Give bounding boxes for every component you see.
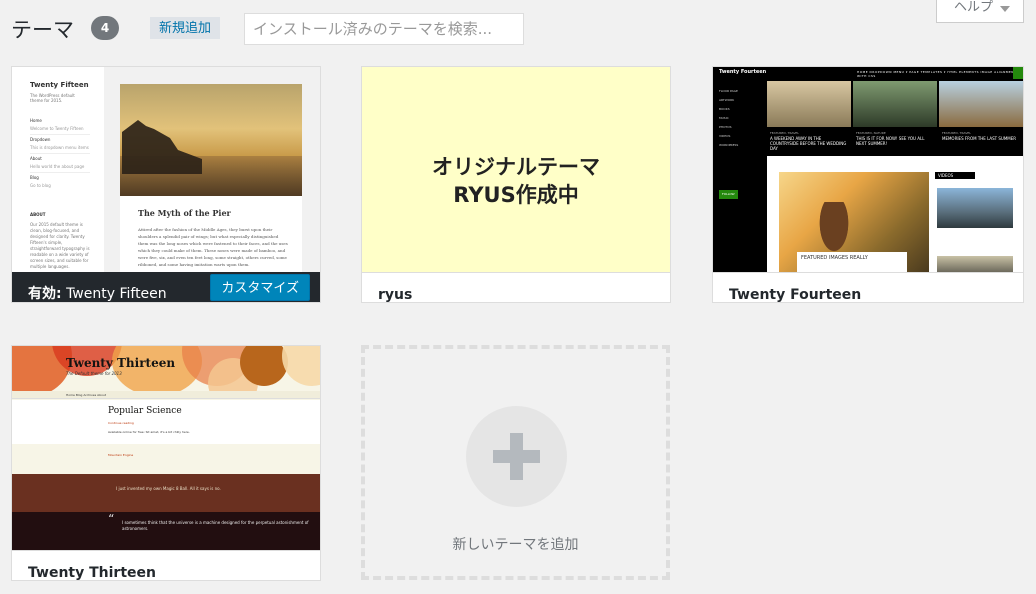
preview-nav-desc: Welcome to Twenty Fifteen <box>30 126 84 131</box>
preview-side-item: FLOOR PAGE <box>719 89 738 93</box>
preview-post: The Myth of the Pier Attired after the f… <box>120 84 302 274</box>
preview-menu: HOME DROPDOWN MENU ▾ PAGE TEMPLATES ▾ HT… <box>857 70 1017 78</box>
preview-circle <box>282 346 320 386</box>
preview-post-meta: Continue reading <box>108 421 134 425</box>
preview-tile-image <box>853 81 937 127</box>
preview-side-item: MUSIC <box>719 116 729 120</box>
preview-site-title: Twenty Fifteen <box>30 81 89 89</box>
preview-side-item: PHOTOS <box>719 125 732 129</box>
preview-post-text: Available online for free: Sit amet, it'… <box>108 430 190 434</box>
preview-main: FEATURED IMAGES REALLY VIDEOS <box>767 156 1023 273</box>
preview-side-item: WORDPRESS <box>719 143 739 147</box>
preview-video-thumb <box>937 256 1013 272</box>
add-new-button[interactable]: 新規追加 <box>150 17 221 39</box>
preview-text: オリジナルテーマ RYUS作成中 <box>362 153 670 209</box>
plus-icon[interactable] <box>466 406 567 507</box>
preview-link-post: Mountain Engine <box>12 444 320 474</box>
preview-tagline: The Default theme for 2013 <box>66 371 122 376</box>
preview-post: Popular Science Continue reading Availab… <box>12 400 320 444</box>
preview-post-title: Popular Science <box>108 406 182 416</box>
preview-about-heading: ABOUT <box>30 212 46 217</box>
preview-featured-grid: FEATURED, TRAVEL A WEEKEND AWAY IN THE C… <box>767 81 1023 156</box>
preview-side-item: ARTWORK <box>719 98 735 102</box>
preview-post-image <box>120 84 302 196</box>
theme-name: ryus <box>362 272 670 302</box>
preview-quote-text: I sometimes think that the universe is a… <box>122 520 309 531</box>
active-label: 有効: <box>28 286 62 302</box>
theme-count-badge: 4 <box>91 16 119 40</box>
theme-name: Twenty Thirteen <box>12 550 320 580</box>
preview-nav: Home Welcome to Twenty Fifteen Dropdown … <box>30 117 104 190</box>
add-new-theme-card[interactable]: 新しいテーマを追加 <box>361 345 670 580</box>
preview-nav-desc: This is dropdown menu items <box>30 145 89 150</box>
search-input[interactable] <box>244 13 524 45</box>
theme-screenshot[interactable]: Twenty Fifteen The WordPress default the… <box>12 67 320 277</box>
preview-circle <box>240 346 288 386</box>
preview-tile-image <box>939 81 1023 127</box>
preview-sidebar: Twenty Fifteen The WordPress default the… <box>12 67 104 277</box>
preview-featured-image: FEATURED IMAGES REALLY <box>779 172 929 272</box>
preview-post-title: The Myth of the Pier <box>138 208 231 218</box>
preview-nav: Home Blog Archives About <box>12 391 320 399</box>
preview-pier <box>122 120 202 174</box>
theme-screenshot[interactable]: オリジナルテーマ RYUS作成中 <box>362 67 670 273</box>
active-theme-bar: 有効: Twenty Fifteen カスタマイズ <box>12 272 320 302</box>
preview-nav-item: About <box>30 156 42 161</box>
help-button[interactable]: ヘルプ <box>936 0 1024 23</box>
preview-tile-title: A WEEKEND AWAY IN THE COUNTRYSIDE BEFORE… <box>770 136 847 151</box>
preview-tile-caption: FEATURED, TRAVEL A WEEKEND AWAY IN THE C… <box>767 127 851 156</box>
preview-tagline: The WordPress default theme for 2015. <box>30 93 75 103</box>
preview-line: オリジナルテーマ <box>432 155 600 179</box>
theme-name: Twenty Fourteen <box>713 272 1023 302</box>
preview-nav-item: Dropdown <box>30 137 51 142</box>
theme-card-ryus[interactable]: オリジナルテーマ RYUS作成中 ryus <box>361 66 671 303</box>
preview-nav-item: Home <box>30 118 42 123</box>
quote-icon: “ <box>108 512 115 526</box>
add-new-theme-label[interactable]: 新しいテーマを追加 <box>365 534 666 554</box>
preview-topbar: Twenty Fourteen HOME DROPDOWN MENU ▾ PAG… <box>713 67 1023 81</box>
preview-status-post: I just invented my own Magic 8 Ball. All… <box>12 474 320 512</box>
preview-side-item: BOOKS <box>719 107 730 111</box>
preview-videos-widget: VIDEOS <box>935 172 1019 272</box>
preview-tile-image <box>767 81 851 127</box>
page-title: テーマ <box>11 18 74 42</box>
preview-header: Twenty Thirteen The Default theme for 20… <box>12 346 320 391</box>
preview-post-text: Attired after the fashion of the Middle … <box>138 227 288 267</box>
chevron-down-icon <box>1000 6 1010 12</box>
preview-sidebar: FLOOR PAGE ARTWORK BOOKS MUSIC PHOTOS VI… <box>713 81 767 273</box>
preview-videos-label: VIDEOS <box>935 172 975 179</box>
theme-name: Twenty Fifteen <box>66 286 167 302</box>
theme-screenshot[interactable]: Twenty Fourteen HOME DROPDOWN MENU ▾ PAG… <box>713 67 1023 273</box>
theme-card-twenty-fourteen[interactable]: Twenty Fourteen HOME DROPDOWN MENU ▾ PAG… <box>712 66 1024 303</box>
help-label: ヘルプ <box>954 0 994 15</box>
preview-line: RYUS作成中 <box>453 183 579 207</box>
preview-about-text: Our 2015 default theme is clean, blog-fo… <box>30 222 90 269</box>
search-icon <box>1013 67 1023 79</box>
preview-site-title: Twenty Thirteen <box>66 356 176 370</box>
preview-tile-title: THIS IS IT FOR NOW! SEE YOU ALL NEXT SUM… <box>856 136 925 146</box>
preview-featured-caption: FEATURED IMAGES REALLY <box>797 252 907 272</box>
customize-button[interactable]: カスタマイズ <box>210 274 310 301</box>
preview-nav-desc: Hello world the about page <box>30 164 85 169</box>
preview-tile-title: MEMORIES FROM THE LAST SUMMER <box>942 136 1017 141</box>
preview-site-title: Twenty Fourteen <box>719 69 767 75</box>
preview-quote-post: “ I sometimes think that the universe is… <box>12 512 320 551</box>
preview-tile-caption: FEATURED, NATURE THIS IS IT FOR NOW! SEE… <box>853 127 937 156</box>
theme-card-twenty-thirteen[interactable]: Twenty Thirteen The Default theme for 20… <box>11 345 321 581</box>
plus-icon-bar <box>510 433 523 480</box>
preview-tile-caption: FEATURED, TRAVEL MEMORIES FROM THE LAST … <box>939 127 1023 156</box>
preview-nav-item: Blog <box>30 175 39 180</box>
preview-side-item: VIDEOS <box>719 134 731 138</box>
theme-screenshot[interactable]: Twenty Thirteen The Default theme for 20… <box>12 346 320 551</box>
preview-follow-button: FOLLOW <box>719 190 738 199</box>
preview-nav-desc: Go to blog <box>30 183 51 188</box>
theme-card-twenty-fifteen[interactable]: Twenty Fifteen The WordPress default the… <box>11 66 321 303</box>
preview-video-thumb <box>937 188 1013 228</box>
